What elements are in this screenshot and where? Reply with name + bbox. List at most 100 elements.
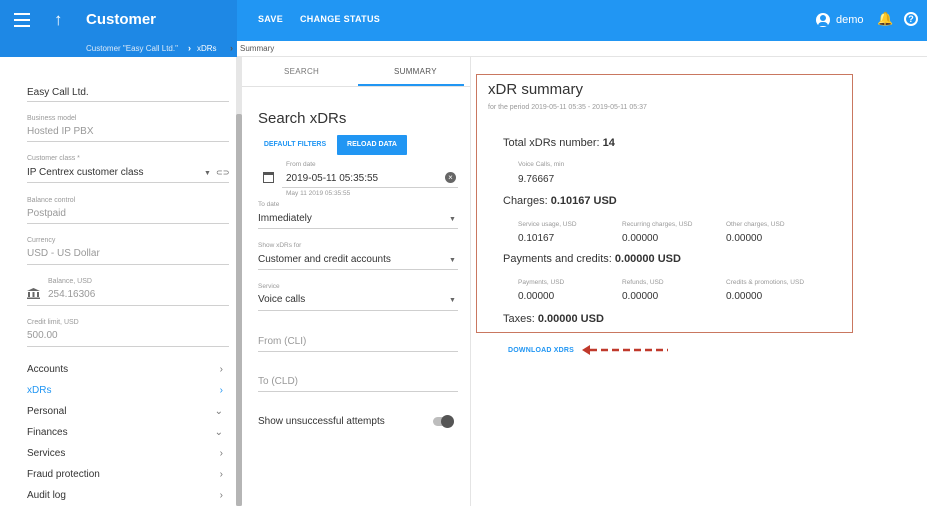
chevron-right-icon: › [230,43,233,53]
nav-item-finances[interactable]: Finances ⌄ [27,427,229,447]
from-date-label: From date [286,161,316,168]
chevron-right-icon: › [219,490,223,501]
dropdown-arrow-icon[interactable]: ▼ [204,170,211,177]
nav-item-xdrs[interactable]: xDRs › [27,385,229,405]
clear-icon[interactable]: × [445,172,456,183]
dropdown-arrow-icon[interactable]: ▼ [449,216,456,223]
divider [470,57,471,506]
from-date-input[interactable]: 2019-05-11 05:35:55 [286,173,378,184]
recurring-charges-label: Recurring charges, USD [622,221,693,228]
charges-value: 0.10167 USD [550,195,617,207]
payments-and-credits: Payments and credits: 0.00000 USD [503,253,681,265]
customer-class-select[interactable]: IP Centrex customer class [27,167,144,178]
nav-item-label: Finances [27,427,68,438]
service-select[interactable]: Voice calls [258,294,305,305]
download-xdrs-link[interactable]: DOWNLOAD XDRS [508,347,574,354]
reload-data-button[interactable]: RELOAD DATA [337,135,407,155]
hamburger-menu-icon[interactable] [14,13,30,27]
show-xdrs-for-select[interactable]: Customer and credit accounts [258,254,391,265]
balance-label: Balance, USD [48,278,92,285]
payments-value: 0.00000 [518,291,555,302]
business-model-label: Business model [27,115,77,122]
divider [27,346,229,347]
divider [282,187,458,188]
breadcrumb-customer[interactable]: Customer "Easy Call Ltd." [86,44,178,53]
nav-item-label: xDRs [27,385,52,396]
divider [27,182,229,183]
breadcrumb-summary: Summary [240,44,275,53]
from-cli-input[interactable]: From (CLI) [258,336,306,347]
show-unsuccessful-toggle[interactable] [433,415,454,428]
tab-divider [242,86,470,87]
nav-item-accounts[interactable]: Accounts › [27,364,229,384]
balance-control-label: Balance control [27,197,76,204]
currency-value: USD - US Dollar [27,248,100,259]
bank-icon [27,288,40,299]
chevron-right-icon: › [219,448,223,459]
recurring-charges-value: 0.00000 [622,233,659,244]
divider [258,310,458,311]
total-xdrs-label: Total xDRs number: [503,137,603,149]
to-date-label: To date [258,201,280,208]
nav-item-personal[interactable]: Personal ⌄ [27,406,229,426]
credits-promotions-value: 0.00000 [726,291,763,302]
nav-item-label: Personal [27,406,67,417]
from-date-hint: May 11 2019 05:35:55 [286,190,351,197]
default-filters-button[interactable]: DEFAULT FILTERS [258,136,332,154]
help-icon[interactable]: ? [904,12,918,26]
to-cld-input[interactable]: To (CLD) [258,376,298,387]
nav-item-services[interactable]: Services › [27,448,229,468]
user-account-icon[interactable] [816,13,830,27]
nav-item-label: Accounts [27,364,69,375]
payments-and-credits-label: Payments and credits: [503,253,615,265]
chevron-right-icon: › [219,364,223,375]
divider [258,228,458,229]
change-status-button[interactable]: CHANGE STATUS [300,14,380,24]
payments-and-credits-value: 0.00000 USD [614,253,681,265]
divider [27,141,229,142]
service-usage-value: 0.10167 [518,233,555,244]
service-label: Service [258,283,280,290]
dropdown-arrow-icon[interactable]: ▼ [449,297,456,304]
arrow-up-icon[interactable]: ↑ [54,10,63,30]
xdr-summary-title: xDR summary [488,81,584,98]
credit-limit-value: 500.00 [27,330,58,341]
breadcrumb: Customer "Easy Call Ltd." › xDRs › Summa… [0,41,927,57]
credits-promotions-label: Credits & promotions, USD [726,279,805,286]
divider [258,351,458,352]
charges-label: Charges: [503,195,551,207]
nav-item-audit-log[interactable]: Audit log › [27,490,229,506]
chevron-right-icon: › [219,469,223,480]
tab-active-indicator [358,84,464,86]
divider [258,269,458,270]
search-xdrs-title: Search xDRs [258,110,347,127]
customer-name-field[interactable]: Easy Call Ltd. [27,87,89,98]
charges: Charges: 0.10167 USD [503,195,617,207]
refunds-value: 0.00000 [622,291,659,302]
bell-icon[interactable]: 🔔 [877,11,893,27]
taxes-label: Taxes: [503,313,538,325]
breadcrumb-xdrs[interactable]: xDRs [197,44,217,53]
service-usage-label: Service usage, USD [518,221,577,228]
dropdown-arrow-icon[interactable]: ▼ [449,257,456,264]
tab-summary[interactable]: SUMMARY [394,67,437,76]
other-charges-label: Other charges, USD [726,221,785,228]
chevron-right-icon: › [188,43,191,53]
save-button[interactable]: SAVE [258,14,283,24]
to-date-select[interactable]: Immediately [258,213,312,224]
link-icon[interactable]: ⊂⊃ [216,168,229,177]
calendar-icon[interactable] [263,172,274,183]
nav-item-label: Audit log [27,490,66,501]
tab-search[interactable]: SEARCH [284,67,319,76]
divider [27,264,229,265]
nav-item-label: Fraud protection [27,469,100,480]
divider [27,101,229,102]
customer-class-label: Customer class * [27,155,80,162]
nav-item-fraud-protection[interactable]: Fraud protection › [27,469,229,489]
show-xdrs-for-label: Show xDRs for [258,242,302,249]
user-name[interactable]: demo [836,14,864,26]
chevron-right-icon: › [219,385,223,396]
payments-label: Payments, USD [518,279,565,286]
voice-calls-label: Voice Calls, min [518,161,565,168]
total-xdrs: Total xDRs number: 14 [503,137,615,149]
